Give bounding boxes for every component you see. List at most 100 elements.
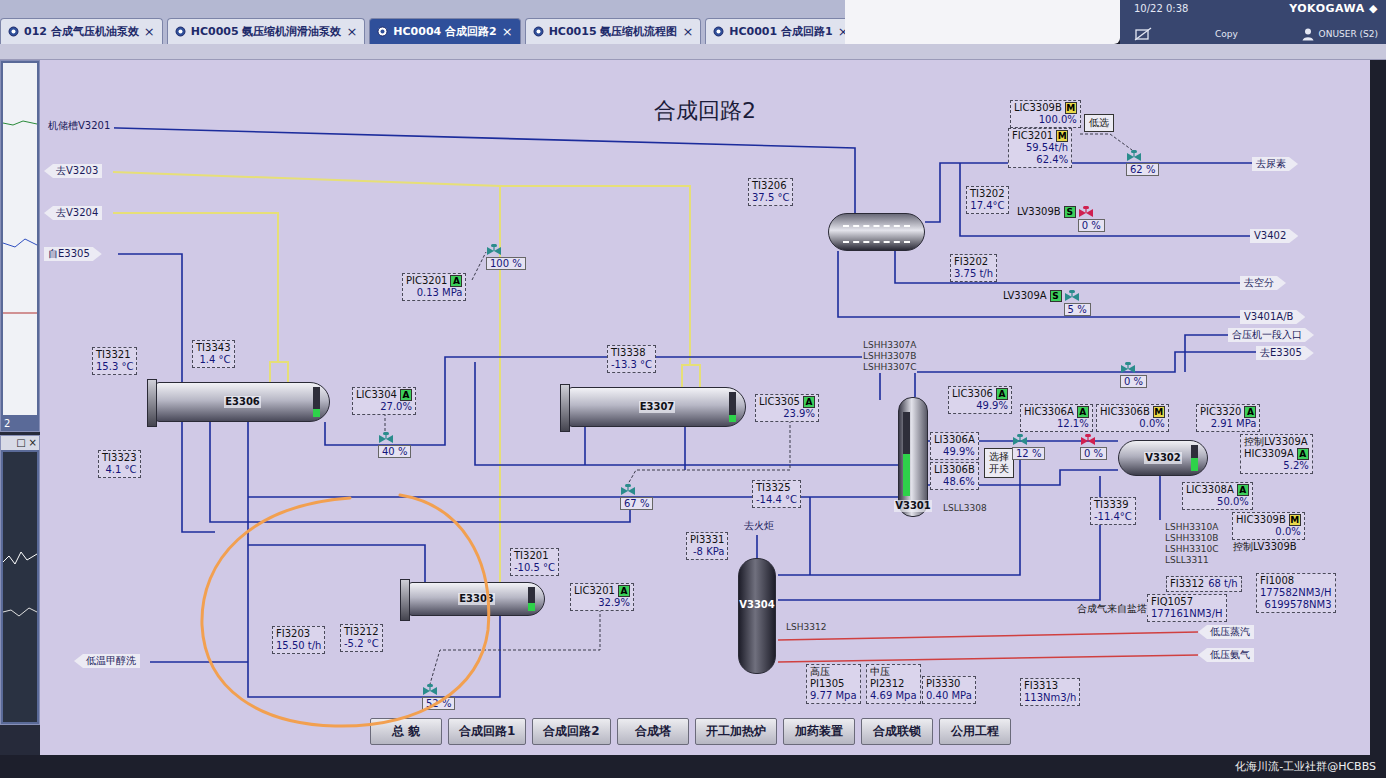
tab-close[interactable]: × — [144, 24, 155, 39]
nav-button[interactable]: 加药装置 — [783, 718, 855, 745]
instrument-faceplate[interactable]: 控制LV3309AHIC3309AA5.2% — [1240, 434, 1313, 474]
instrument-faceplate[interactable]: HIC3309BM0.0% — [1232, 512, 1305, 540]
instrument-faceplate[interactable]: PI33300.40 MPa — [922, 676, 976, 704]
instrument-faceplate[interactable]: TI3325-14.4 °C — [752, 480, 801, 508]
nav-button[interactable]: 公用工程 — [939, 718, 1011, 745]
instrument-faceplate[interactable]: FI3313113Nm3/h — [1020, 678, 1080, 706]
instrument-faceplate[interactable]: FI1008177582NM3/H6199578NM3 — [1256, 573, 1336, 613]
instrument-faceplate[interactable]: TI3338-13.3 °C — [607, 345, 656, 373]
instrument-faceplate[interactable]: FI331268 t/h — [1166, 576, 1242, 592]
mode-badge: A — [1077, 406, 1089, 418]
control-valve[interactable]: 0 % — [1120, 362, 1147, 388]
control-valve[interactable]: 62 % — [1126, 150, 1159, 176]
nav-bar: 总 貌合成回路1合成回路2 合成塔开工加热炉加药装置合成联锁公用工程 — [40, 718, 1370, 745]
instrument-faceplate[interactable]: FI320315.50 t/h — [272, 626, 325, 654]
switch-tag: LSHH3310A — [1165, 522, 1218, 533]
instrument-faceplate[interactable]: LIC3201A32.9% — [570, 583, 634, 611]
instrument-faceplate[interactable]: LIC3305A23.9% — [755, 394, 819, 422]
instrument-faceplate[interactable]: HIC3306BM0.0% — [1096, 404, 1169, 432]
nav-button[interactable]: 开工加热炉 — [695, 718, 777, 745]
instrument-faceplate[interactable]: HIC3306AA12.1% — [1020, 404, 1093, 432]
instrument-faceplate[interactable]: 中压PI23124.69 Mpa — [866, 664, 921, 704]
instrument-faceplate[interactable]: 高压PI13059.77 Mpa — [806, 664, 861, 704]
function-box[interactable]: 低选 — [1084, 114, 1114, 132]
instrument-tag: LI3306A — [934, 434, 975, 446]
stream-label: 机储槽V3201 — [44, 119, 114, 133]
instrument-faceplate[interactable]: TI320637.5 °C — [748, 178, 793, 206]
instrument-faceplate[interactable]: LIC3309BM100.0% — [1010, 100, 1081, 128]
nav-button[interactable]: 合成回路2 — [532, 718, 610, 745]
valve-body: 0 % — [1080, 434, 1107, 460]
stream-label: 自E3305 — [44, 247, 102, 261]
valve-body: 100 % — [486, 244, 526, 270]
tab-close[interactable]: × — [346, 24, 357, 39]
datetime: 10/22 0:38 — [1134, 3, 1188, 14]
instrument-faceplate[interactable]: PI3331-8 KPa — [686, 532, 728, 560]
no-copy-icon[interactable] — [1134, 27, 1152, 41]
tab-close[interactable]: × — [502, 24, 513, 39]
user[interactable]: ONUSER (S2) — [1301, 27, 1378, 41]
instrument-tag: FIQ1057 — [1151, 596, 1193, 608]
nav-button[interactable]: 合成回路1 — [448, 718, 526, 745]
stream-label: 合压机一段入口 — [1228, 328, 1314, 342]
instrument-value: 23.9% — [759, 408, 815, 420]
nav-button[interactable]: 总 貌 — [370, 718, 442, 745]
control-valve[interactable]: 12 % — [1012, 434, 1045, 460]
instrument-faceplate[interactable]: LIC3308AA50.0% — [1182, 482, 1253, 510]
instrument-faceplate[interactable]: LI3306B48.6% — [930, 462, 979, 490]
valve-icon — [620, 484, 636, 495]
instrument-faceplate[interactable]: PIC3201A0.13 MPa — [402, 273, 466, 301]
mode-badge: S — [1050, 290, 1062, 302]
nav-button[interactable]: 合成塔 — [617, 718, 689, 745]
nav-button[interactable]: 合成联锁 — [861, 718, 933, 745]
control-valve[interactable]: LV3309BS0 % — [1016, 206, 1105, 232]
window-control[interactable]: × — [29, 436, 37, 450]
instrument-value: 4.69 Mpa — [870, 690, 917, 702]
tab[interactable]: HC0001 合成回路1× — [705, 18, 856, 44]
instrument-faceplate[interactable]: TI332115.3 °C — [92, 347, 137, 375]
instrument-faceplate[interactable]: TI3339-11.4°C — [1090, 497, 1136, 525]
trend-window[interactable]: □× — [0, 435, 40, 725]
vessel: V3301 — [898, 397, 928, 517]
instrument-faceplate[interactable]: LIC3304A27.0% — [352, 387, 416, 415]
instrument-head: LI3306A — [934, 434, 975, 446]
instrument-tag: TI3338 — [611, 347, 646, 359]
tab[interactable]: 012 合成气压机油泵效× — [0, 18, 163, 44]
instrument-faceplate[interactable]: TI320217.4°C — [966, 186, 1009, 214]
instrument-faceplate[interactable]: FI32023.75 t/h — [950, 254, 997, 282]
instrument-faceplate[interactable]: LIC3306A49.9% — [948, 386, 1012, 414]
tab[interactable]: HC0005 氨压缩机润滑油泵效× — [167, 18, 366, 44]
control-valve[interactable]: 40 % — [378, 432, 411, 458]
control-valve[interactable]: 52 % — [422, 684, 455, 710]
instrument-faceplate[interactable]: TI3212-5.2 °C — [340, 624, 383, 652]
tab[interactable]: HC0004 合成回路2× — [369, 18, 520, 44]
trend-window[interactable]: 2 — [0, 60, 40, 432]
mode-badge: S — [1064, 206, 1076, 218]
instrument-faceplate[interactable]: TI33234.1 °C — [98, 450, 141, 478]
control-valve[interactable]: 67 % — [620, 484, 653, 510]
control-valve[interactable]: 100 % — [486, 244, 526, 270]
equipment-name: E3307 — [639, 401, 676, 413]
instrument-faceplate[interactable]: TI33431.4 °C — [192, 340, 235, 368]
instrument-faceplate[interactable]: FIC3201M59.54t/h62.4% — [1008, 128, 1072, 168]
instrument-value: 68 t/h — [1208, 578, 1238, 590]
tab-close[interactable]: × — [682, 24, 693, 39]
instrument-faceplate[interactable]: FIQ1057177161NM3/H — [1147, 594, 1227, 622]
copy-button[interactable]: Copy — [1215, 29, 1238, 39]
instrument-value: 0.40 MPa — [926, 690, 972, 702]
switch-tag: LSLL3308 — [943, 503, 987, 514]
instrument-faceplate[interactable]: PIC3320A2.91 MPa — [1196, 404, 1260, 432]
window-control[interactable]: □ — [16, 436, 25, 450]
function-box[interactable]: 选择开关 — [984, 448, 1014, 478]
control-valve[interactable]: LV3309AS5 % — [1002, 290, 1091, 316]
instrument-faceplate[interactable]: LI3306A49.9% — [930, 432, 979, 460]
instrument-value: 48.6% — [934, 476, 975, 488]
instrument-value: 4.1 °C — [102, 464, 137, 476]
valve-body: 52 % — [422, 684, 455, 710]
control-valve[interactable]: 0 % — [1080, 434, 1107, 460]
mode-badge: M — [1065, 102, 1077, 114]
tab[interactable]: HC0015 氨压缩机流程图× — [525, 18, 702, 44]
instrument-faceplate[interactable]: TI3201-10.5 °C — [510, 548, 559, 576]
instrument-value: 0.0% — [1100, 418, 1165, 430]
tab-strip: 012 合成气压机油泵效×HC0005 氨压缩机润滑油泵效×HC0004 合成回… — [0, 0, 845, 44]
